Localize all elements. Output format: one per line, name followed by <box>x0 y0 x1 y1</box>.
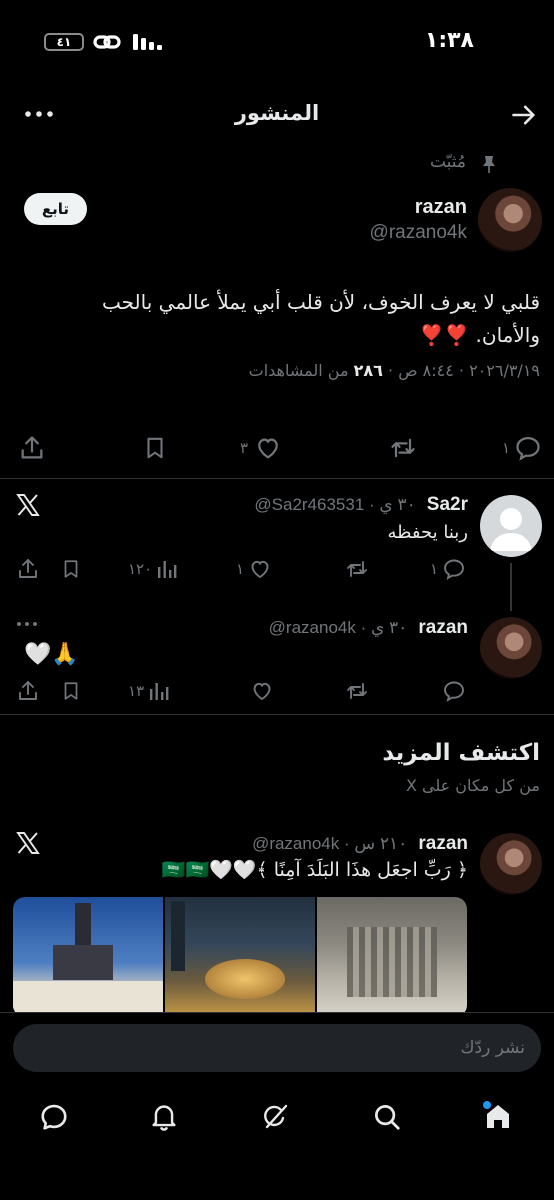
post-text-line-1: قلبي لا يعرف الخوف، لأن قلب أبي يملأ عال… <box>102 290 540 314</box>
post-views-count: ٢٨٦ <box>353 361 383 380</box>
grok-icon[interactable] <box>259 1101 291 1133</box>
share-action[interactable] <box>16 679 40 703</box>
reply-input[interactable]: نشر ردّك <box>13 1024 541 1072</box>
heart-icon[interactable] <box>254 434 282 462</box>
signal-icon <box>131 30 163 52</box>
post-text-line-2: والأمان. ❣️❣️ <box>419 323 540 347</box>
share-icon[interactable] <box>16 679 40 703</box>
post-text: قلبي لا يعرف الخوف، لأن قلب أبي يملأ عال… <box>10 286 540 352</box>
avatar[interactable] <box>480 495 542 557</box>
reply-icon[interactable] <box>442 557 466 581</box>
bookmark-icon[interactable] <box>60 679 82 703</box>
post-handle-time[interactable]: @razano4k · ٢١٠ س <box>252 834 407 853</box>
home-icon[interactable] <box>483 1100 513 1132</box>
bookmark-icon[interactable] <box>142 434 168 462</box>
author-handle[interactable]: @razano4k <box>370 222 467 244</box>
bookmark-icon[interactable] <box>60 557 82 581</box>
section-title: اكتشف المزيد <box>382 740 540 766</box>
post-meta: ٢٠٢٦/٣/١٩ · ٨:٤٤ ص · ٢٨٦ من المشاهدات <box>249 361 540 380</box>
reply-count: ١ <box>501 439 510 457</box>
follow-button[interactable]: تابع <box>24 193 87 225</box>
post-author-name[interactable]: razan <box>418 833 468 854</box>
bottom-nav <box>0 1084 554 1200</box>
like-count: ١ <box>236 560 245 578</box>
like-action[interactable]: ٣ <box>240 434 282 462</box>
search-icon[interactable] <box>372 1102 402 1132</box>
battery-icon: ٤١ <box>44 33 84 51</box>
media-image[interactable] <box>317 897 467 1017</box>
views-icon[interactable] <box>156 557 178 581</box>
share-action[interactable] <box>18 434 46 462</box>
repost-icon[interactable] <box>344 679 370 703</box>
repost-action[interactable] <box>388 434 418 462</box>
reply-text: 🤍🙏 <box>24 642 79 667</box>
share-icon[interactable] <box>16 557 40 581</box>
media-grid[interactable] <box>13 897 467 1017</box>
pin-icon <box>480 154 498 174</box>
repost-icon[interactable] <box>344 557 370 581</box>
post-views-label: من المشاهدات <box>248 361 349 380</box>
reply-handle-time[interactable]: @razano4k · ٣٠ ي <box>269 618 408 637</box>
views-action[interactable]: ١٣ <box>128 679 170 703</box>
notifications-icon[interactable] <box>150 1102 178 1132</box>
battery-level: ٤١ <box>56 35 72 49</box>
bookmark-action[interactable] <box>60 679 82 703</box>
status-time: ١:٣٨ <box>424 28 474 53</box>
heart-icon[interactable] <box>250 679 274 703</box>
views-count: ١٣ <box>128 682 145 700</box>
messages-icon[interactable] <box>38 1102 70 1132</box>
reply-icon[interactable] <box>442 679 466 703</box>
reply-handle-time[interactable]: @Sa2r463531 · ٣٠ ي <box>254 495 415 514</box>
status-bar: ١:٣٨ ٤١ <box>0 0 554 86</box>
divider <box>0 714 554 715</box>
avatar[interactable] <box>480 833 542 895</box>
reply-text: ربنا يحفظه <box>387 522 469 543</box>
reply-action[interactable]: ١ <box>430 557 466 581</box>
share-icon[interactable] <box>18 434 46 462</box>
share-action[interactable] <box>16 557 40 581</box>
reply-input-placeholder: نشر ردّك <box>460 1038 525 1058</box>
heart-icon[interactable] <box>248 557 272 581</box>
thread-line <box>510 563 512 611</box>
like-action[interactable] <box>250 679 274 703</box>
reply-header: @Sa2r463531 · ٣٠ ي Sa2r <box>254 494 468 516</box>
reply-action[interactable] <box>442 679 466 703</box>
post-text: ﴿ رَبِّ اجعَل هذَا البَلَدَ آمِنًا ﴾🤍🤍🇸🇦… <box>161 859 468 881</box>
media-image[interactable] <box>165 897 315 1017</box>
bookmark-action[interactable] <box>60 557 82 581</box>
section-subtitle: من كل مكان على X <box>405 776 540 795</box>
divider <box>0 478 554 479</box>
like-action[interactable]: ١ <box>236 557 272 581</box>
link-icon <box>92 30 122 54</box>
views-count: ١٢٠ <box>128 560 153 578</box>
reply-header: @razano4k · ٣٠ ي razan <box>269 617 468 639</box>
more-options-icon[interactable] <box>16 618 38 630</box>
views-action[interactable]: ١٢٠ <box>128 557 178 581</box>
more-options-icon[interactable] <box>24 104 54 124</box>
repost-action[interactable] <box>344 557 370 581</box>
post-header: @razano4k · ٢١٠ س razan <box>252 833 468 855</box>
bookmark-action[interactable] <box>142 434 168 462</box>
repost-action[interactable] <box>344 679 370 703</box>
x-logo-icon <box>16 832 40 854</box>
author-name[interactable]: razan <box>415 196 467 219</box>
media-image[interactable] <box>13 897 163 1017</box>
like-count: ٣ <box>240 439 249 457</box>
avatar[interactable] <box>480 617 542 679</box>
reply-icon[interactable] <box>514 434 542 462</box>
page-title: المنشور <box>234 101 320 125</box>
reply-author-name[interactable]: Sa2r <box>427 494 468 515</box>
views-icon[interactable] <box>148 679 170 703</box>
avatar[interactable] <box>478 188 542 252</box>
reply-author-name[interactable]: razan <box>418 617 468 638</box>
repost-icon[interactable] <box>388 434 418 462</box>
pinned-label: مُثبّت <box>429 152 466 172</box>
x-logo-icon <box>16 494 40 516</box>
reply-action[interactable]: ١ <box>502 434 542 462</box>
reply-count: ١ <box>430 560 439 578</box>
post-datetime: ٢٠٢٦/٣/١٩ · ٨:٤٤ ص · <box>388 361 540 380</box>
